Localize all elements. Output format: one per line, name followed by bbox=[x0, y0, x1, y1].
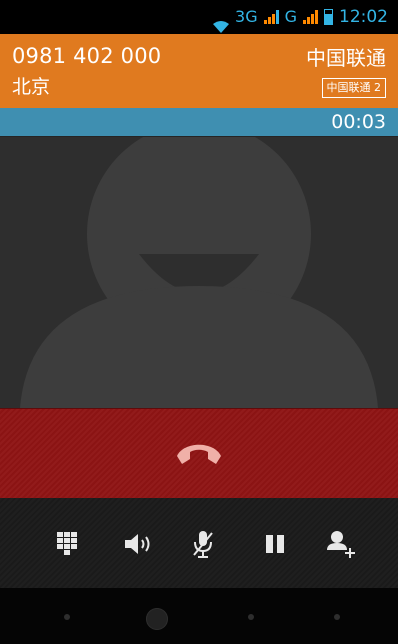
caller-location: 北京 bbox=[12, 76, 51, 98]
in-call-screen: 3G G 12:02 0981 402 000 北京 中国联通 中国联通 2 0… bbox=[0, 0, 398, 644]
signal-strength-2-icon bbox=[303, 10, 318, 24]
add-call-button[interactable] bbox=[320, 523, 362, 565]
sim-badge: 中国联通 2 bbox=[321, 78, 386, 98]
default-avatar-icon bbox=[0, 136, 398, 408]
call-duration: 00:03 bbox=[331, 111, 386, 133]
dialpad-icon bbox=[57, 532, 77, 555]
speaker-button[interactable] bbox=[118, 523, 160, 565]
nav-menu-button[interactable] bbox=[334, 614, 340, 620]
caller-number: 0981 402 000 bbox=[12, 44, 162, 68]
carrier-name: 中国联通 bbox=[306, 46, 386, 70]
pause-icon bbox=[266, 535, 284, 553]
mute-button[interactable] bbox=[182, 523, 224, 565]
network-type-3g: 3G bbox=[235, 7, 258, 26]
network-type-g: G bbox=[284, 7, 297, 26]
battery-icon bbox=[324, 9, 333, 25]
wifi-icon bbox=[213, 11, 230, 33]
in-call-controls bbox=[0, 498, 398, 588]
signal-strength-icon bbox=[263, 10, 279, 24]
status-icons: 3G G 12:02 bbox=[213, 0, 388, 34]
end-call-button[interactable] bbox=[174, 437, 224, 471]
nav-home-button[interactable] bbox=[146, 608, 168, 630]
contact-photo bbox=[0, 136, 398, 408]
speaker-icon bbox=[125, 534, 150, 554]
status-bar: 3G G 12:02 bbox=[0, 0, 398, 34]
hangup-icon bbox=[177, 444, 221, 464]
nav-recent-button[interactable] bbox=[248, 614, 254, 620]
end-call-area bbox=[0, 408, 398, 499]
navigation-bar bbox=[0, 588, 398, 644]
hold-button[interactable] bbox=[254, 523, 296, 565]
clock: 12:02 bbox=[339, 7, 388, 27]
nav-back-button[interactable] bbox=[64, 614, 70, 620]
dialpad-button[interactable] bbox=[46, 523, 88, 565]
call-duration-bar: 00:03 bbox=[0, 108, 398, 136]
mic-mute-icon bbox=[193, 531, 213, 558]
caller-header: 0981 402 000 北京 中国联通 中国联通 2 bbox=[0, 34, 398, 108]
add-contact-icon bbox=[327, 531, 355, 558]
